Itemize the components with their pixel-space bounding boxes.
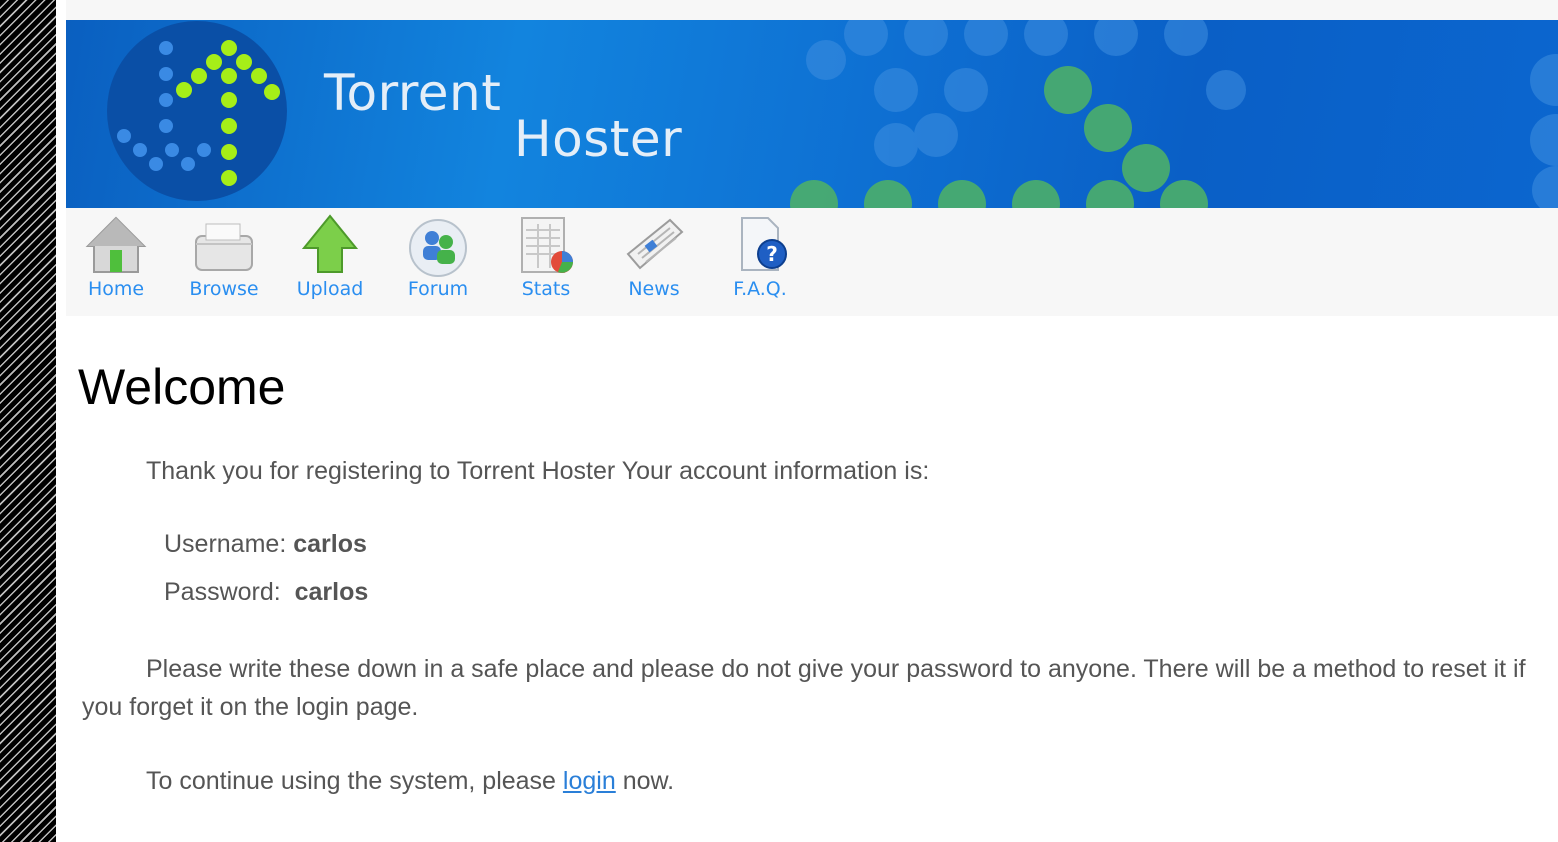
nav-news-label: News	[628, 278, 680, 300]
login-link[interactable]: login	[563, 767, 616, 795]
torrent-logo-icon	[107, 21, 287, 201]
news-icon	[626, 218, 684, 270]
brand-title-line1: Torrent	[324, 64, 502, 122]
continue-text: To continue using the system, please log…	[146, 762, 674, 800]
nav-news[interactable]: News	[604, 214, 704, 310]
nav-browse-label: Browse	[189, 278, 259, 300]
site-banner: Torrent Hoster	[66, 20, 1558, 208]
nav-faq[interactable]: ? F.A.Q.	[710, 214, 810, 310]
top-gap	[66, 0, 1558, 20]
username-label: Username:	[164, 530, 287, 558]
faq-icon: ?	[741, 217, 787, 271]
nav-browse[interactable]: Browse	[174, 214, 274, 310]
warning-text: Please write these down in a safe place …	[82, 655, 1526, 721]
nav-home-label: Home	[87, 278, 145, 300]
side-stripe	[0, 0, 56, 842]
nav-stats[interactable]: Stats	[496, 214, 596, 310]
nav-upload[interactable]: Upload	[280, 214, 380, 310]
continue-text-before: To continue using the system, please	[146, 767, 563, 795]
upload-icon	[301, 214, 359, 273]
password-value: carlos	[294, 578, 369, 606]
username-row: Username: carlos	[164, 530, 367, 559]
intro-text: Thank you for registering to Torrent Hos…	[146, 457, 930, 485]
nav-forum-label: Forum	[407, 278, 469, 300]
browse-icon	[195, 223, 253, 271]
continue-text-after: now.	[615, 767, 675, 795]
banner-dots-decoration	[790, 20, 1558, 208]
page-title: Welcome	[78, 359, 286, 415]
nav-home[interactable]: Home	[66, 214, 166, 310]
nav-faq-label: F.A.Q.	[733, 278, 787, 300]
nav-stats-label: Stats	[521, 278, 571, 300]
password-label: Password:	[164, 578, 281, 606]
nav-forum[interactable]: Forum	[388, 214, 488, 310]
svg-text:?: ?	[766, 242, 778, 266]
home-icon	[85, 216, 147, 273]
stats-icon	[521, 217, 573, 273]
nav-upload-label: Upload	[296, 278, 364, 300]
main-navbar: Home Browse Upload Forum Stats News ? F.…	[66, 208, 1558, 316]
forum-icon	[409, 219, 467, 277]
brand-title-line2: Hoster	[514, 110, 683, 168]
username-value: carlos	[293, 530, 367, 558]
password-row: Password: carlos	[164, 578, 368, 607]
